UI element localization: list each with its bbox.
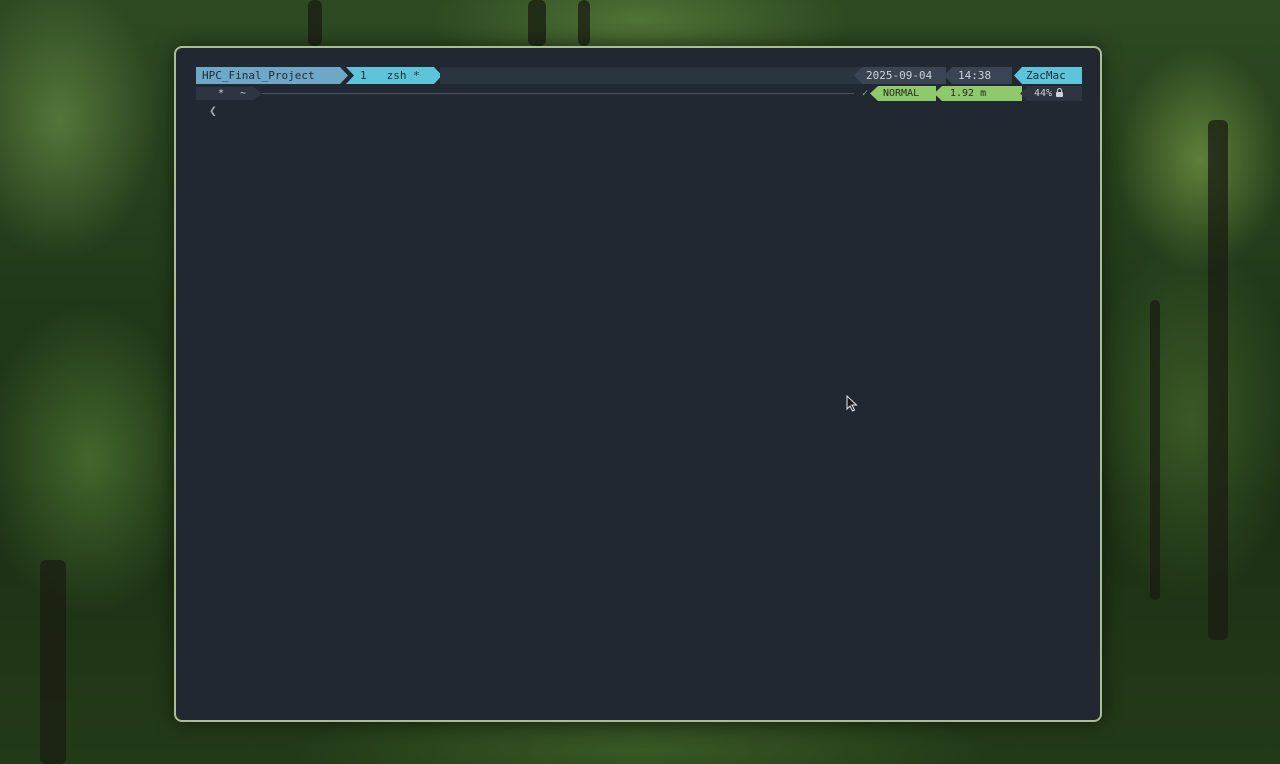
tab-window-1[interactable]: 1 zsh * — [346, 67, 442, 84]
prompt-divider — [262, 93, 854, 94]
directory-segment: * ~ — [196, 87, 262, 100]
command-input[interactable]: ❮ — [209, 104, 217, 119]
tree-trunk — [40, 560, 66, 764]
tree-trunk — [308, 0, 322, 46]
prompt-header: * ~ ✓ NORMAL 1.92 m 44% — [196, 85, 1082, 102]
dir-flag: * — [218, 88, 225, 99]
window-name: zsh — [386, 69, 407, 82]
battery-segment: 44% — [1020, 86, 1082, 101]
battery-label: 44% — [1034, 88, 1053, 99]
tree-trunk — [578, 0, 590, 46]
statusbar-fill — [440, 67, 860, 84]
vi-mode-badge: NORMAL — [870, 86, 936, 101]
tree-trunk — [1150, 300, 1160, 600]
status-time: 14:38 — [944, 67, 1012, 84]
window-index: 1 — [360, 69, 367, 82]
terminal-window[interactable]: HPC_Final_Project 1 zsh * 2025-09-04 14:3… — [174, 46, 1102, 722]
session-name-label: HPC_Final_Project — [202, 69, 315, 82]
duration-label: 1.92 m — [950, 88, 987, 99]
time-label: 14:38 — [958, 69, 992, 82]
mouse-pointer-icon — [846, 395, 858, 412]
hostname-label: ZacMac — [1026, 69, 1066, 82]
tree-trunk — [528, 0, 546, 46]
vi-mode-label: NORMAL — [883, 88, 920, 99]
dir-path: ~ — [240, 88, 247, 99]
prompt-chevron-icon: ❮ — [209, 104, 217, 119]
check-icon: ✓ — [861, 88, 868, 99]
window-flag: * — [413, 69, 420, 82]
status-date: 2025-09-04 — [854, 67, 946, 84]
command-duration: 1.92 m — [934, 86, 1022, 101]
lock-icon — [1056, 88, 1064, 97]
tree-trunk — [1208, 120, 1228, 640]
tmux-statusbar: HPC_Final_Project 1 zsh * 2025-09-04 14:3… — [196, 67, 1082, 84]
date-label: 2025-09-04 — [866, 69, 933, 82]
status-hostname: ZacMac — [1014, 67, 1082, 84]
session-name[interactable]: HPC_Final_Project — [196, 67, 348, 84]
